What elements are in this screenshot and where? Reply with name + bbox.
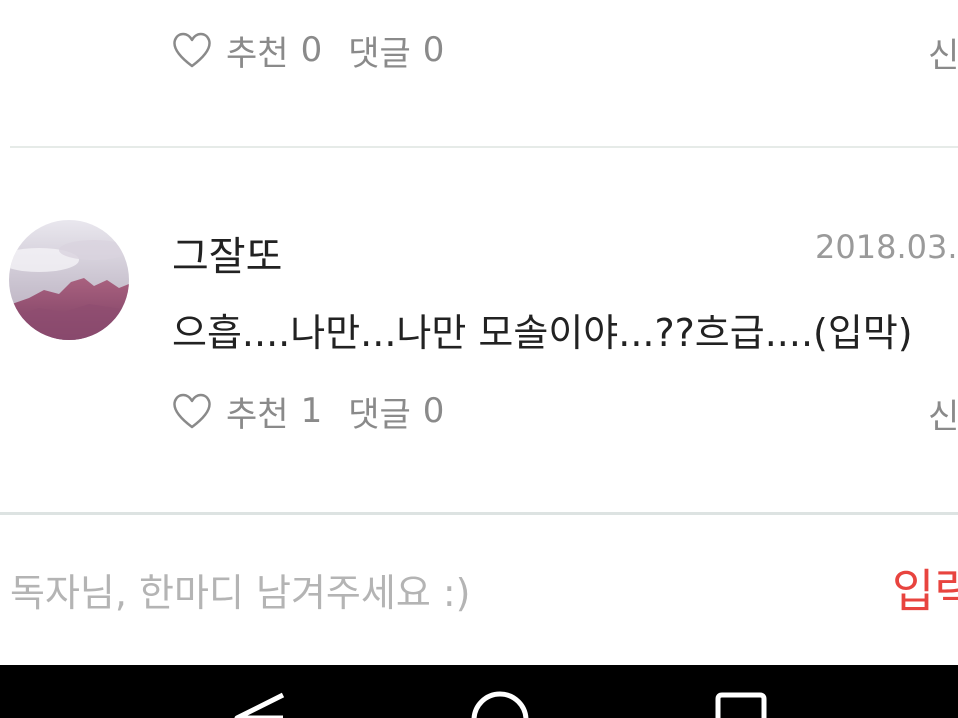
heart-icon[interactable] <box>170 28 214 72</box>
comment-screen: 추천 0 댓글 0 신 그잘또 2018.03. 으흡....나만...나만 모… <box>0 0 958 718</box>
nav-bar-buttons <box>234 691 767 718</box>
navigation-bar <box>0 665 958 718</box>
comment-input-bar: 입력 <box>0 512 958 667</box>
reply-label[interactable]: 댓글 <box>348 26 411 75</box>
home-circle-icon[interactable] <box>471 691 529 718</box>
like-count: 1 <box>300 391 323 431</box>
submit-button[interactable]: 입력 <box>892 555 958 621</box>
report-button[interactable]: 신 <box>928 28 958 77</box>
avatar[interactable] <box>9 220 129 340</box>
comment-divider <box>10 146 958 148</box>
reply-label[interactable]: 댓글 <box>348 387 411 436</box>
like-label[interactable]: 추천 <box>226 26 289 75</box>
comment-actions: 추천 1 댓글 0 <box>170 387 445 436</box>
reply-count: 0 <box>422 391 445 431</box>
username[interactable]: 그잘또 <box>172 224 282 282</box>
comment-text: 으흡....나만...나만 모솔이야...??흐급....(입막) <box>172 311 913 355</box>
comment-date: 2018.03. <box>815 228 958 266</box>
back-triangle-icon[interactable] <box>234 692 285 718</box>
like-label[interactable]: 추천 <box>226 387 289 436</box>
report-button[interactable]: 신 <box>928 389 958 438</box>
recents-square-icon[interactable] <box>715 692 767 718</box>
reply-count: 0 <box>422 30 445 70</box>
heart-icon[interactable] <box>170 389 214 433</box>
previous-comment-actions: 추천 0 댓글 0 <box>170 26 445 75</box>
avatar-image <box>9 220 129 340</box>
like-count: 0 <box>300 30 323 70</box>
comment-input[interactable] <box>10 563 870 623</box>
